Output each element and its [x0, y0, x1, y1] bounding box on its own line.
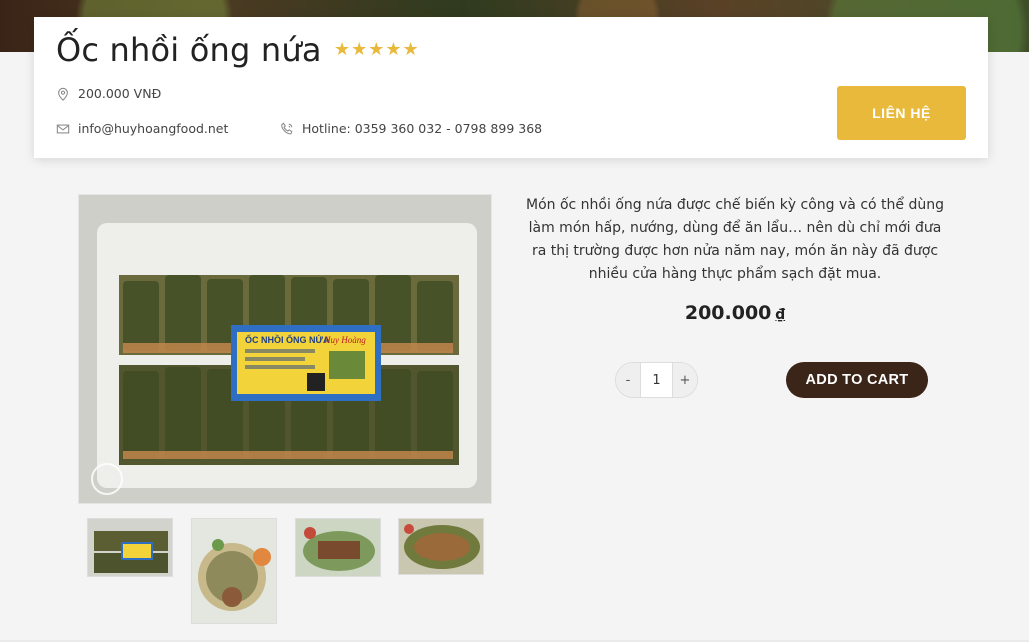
currency-symbol: ₫ [775, 307, 786, 323]
thumbnail-2[interactable] [191, 518, 277, 624]
product-title: Ốc nhồi ống nứa [56, 31, 322, 69]
decrease-qty-button[interactable]: - [616, 363, 640, 397]
zoom-icon[interactable] [91, 463, 123, 495]
price-row: 200.000 VNĐ [56, 86, 161, 101]
quantity-input[interactable] [640, 363, 673, 397]
package-label: ỐC NHỒI ỐNG NỨA [245, 334, 330, 345]
main-product-image[interactable]: ỐC NHỒI ỐNG NỨA Huy Hoàng [78, 194, 492, 504]
contact-button[interactable]: LIÊN HỆ [837, 86, 966, 140]
email-link[interactable]: info@huyhoangfood.net [78, 121, 228, 136]
rating-stars: ★★★★★ [334, 39, 420, 60]
add-to-cart-button[interactable]: ADD TO CART [786, 362, 928, 398]
thumbnail-3[interactable] [295, 518, 381, 577]
product-package-photo: ỐC NHỒI ỐNG NỨA Huy Hoàng [79, 195, 491, 503]
price-value: 200.000 [684, 302, 772, 324]
quantity-stepper[interactable]: - + [615, 362, 698, 398]
package-brand: Huy Hoàng [323, 335, 366, 345]
location-pin-icon [58, 87, 68, 101]
product-description: Món ốc nhồi ống nứa được chế biến kỳ côn… [526, 197, 944, 282]
thumbnail-4[interactable] [398, 518, 484, 575]
price-text: 200.000 VNĐ [78, 86, 162, 101]
hotline-row[interactable]: Hotline: 0359 360 032 - 0798 899 368 [280, 121, 542, 136]
product-price: 200.000 ₫ [524, 302, 946, 324]
thumbnail-1[interactable] [87, 518, 173, 577]
mail-icon [56, 124, 70, 133]
email-row[interactable]: info@huyhoangfood.net [56, 121, 228, 136]
phone-icon [281, 122, 293, 134]
hotline-text[interactable]: Hotline: 0359 360 032 - 0798 899 368 [302, 121, 542, 136]
product-info-card: Ốc nhồi ống nứa ★★★★★ 200.000 VNĐ info@h… [34, 17, 988, 158]
increase-qty-button[interactable]: + [673, 363, 697, 397]
